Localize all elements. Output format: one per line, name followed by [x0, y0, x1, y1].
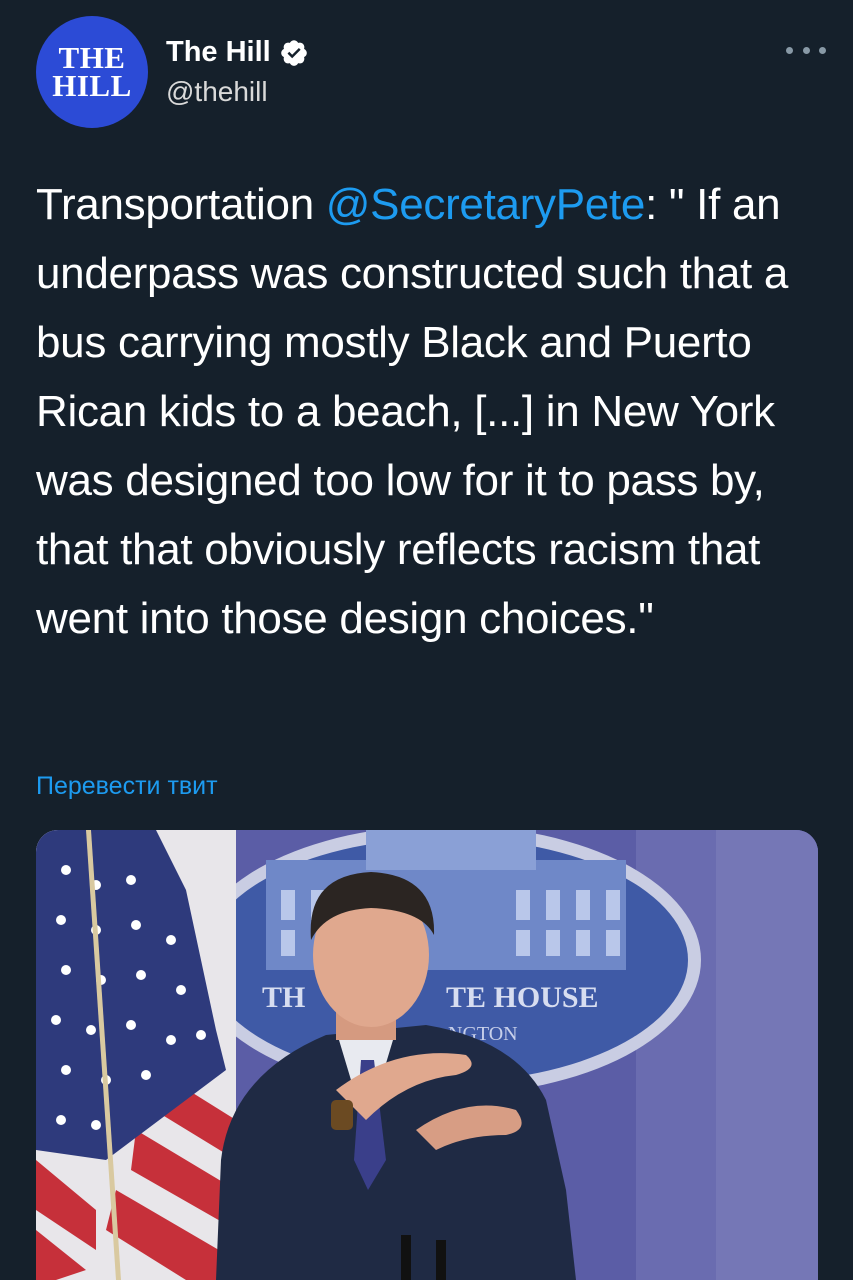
tweet-text-before: Transportation: [36, 180, 326, 229]
avatar-line-2: HILL: [52, 68, 132, 103]
tweet-text-after: : " If an underpass was constructed such…: [36, 180, 789, 643]
avatar[interactable]: THE HILL: [36, 16, 148, 128]
translate-tweet-link[interactable]: Перевести твит: [36, 772, 218, 801]
press-briefing-photo: TH TE HOUSE NGTON: [36, 830, 818, 1280]
author-handle[interactable]: @thehill: [166, 76, 268, 108]
tweet-media-image[interactable]: TH TE HOUSE NGTON: [36, 830, 818, 1280]
seal-text-left: TH: [262, 981, 305, 1014]
tweet-header: THE HILL The Hill @thehill: [36, 16, 826, 128]
mention-link[interactable]: @SecretaryPete: [326, 180, 646, 229]
author-name[interactable]: The Hill: [166, 36, 271, 69]
verified-badge-icon: [280, 39, 307, 66]
more-options-icon[interactable]: [786, 44, 826, 56]
tweet-text: Transportation @SecretaryPete: " If an u…: [36, 170, 826, 653]
author-name-row[interactable]: The Hill: [166, 36, 309, 69]
seal-text-right: TE HOUSE: [446, 981, 599, 1014]
